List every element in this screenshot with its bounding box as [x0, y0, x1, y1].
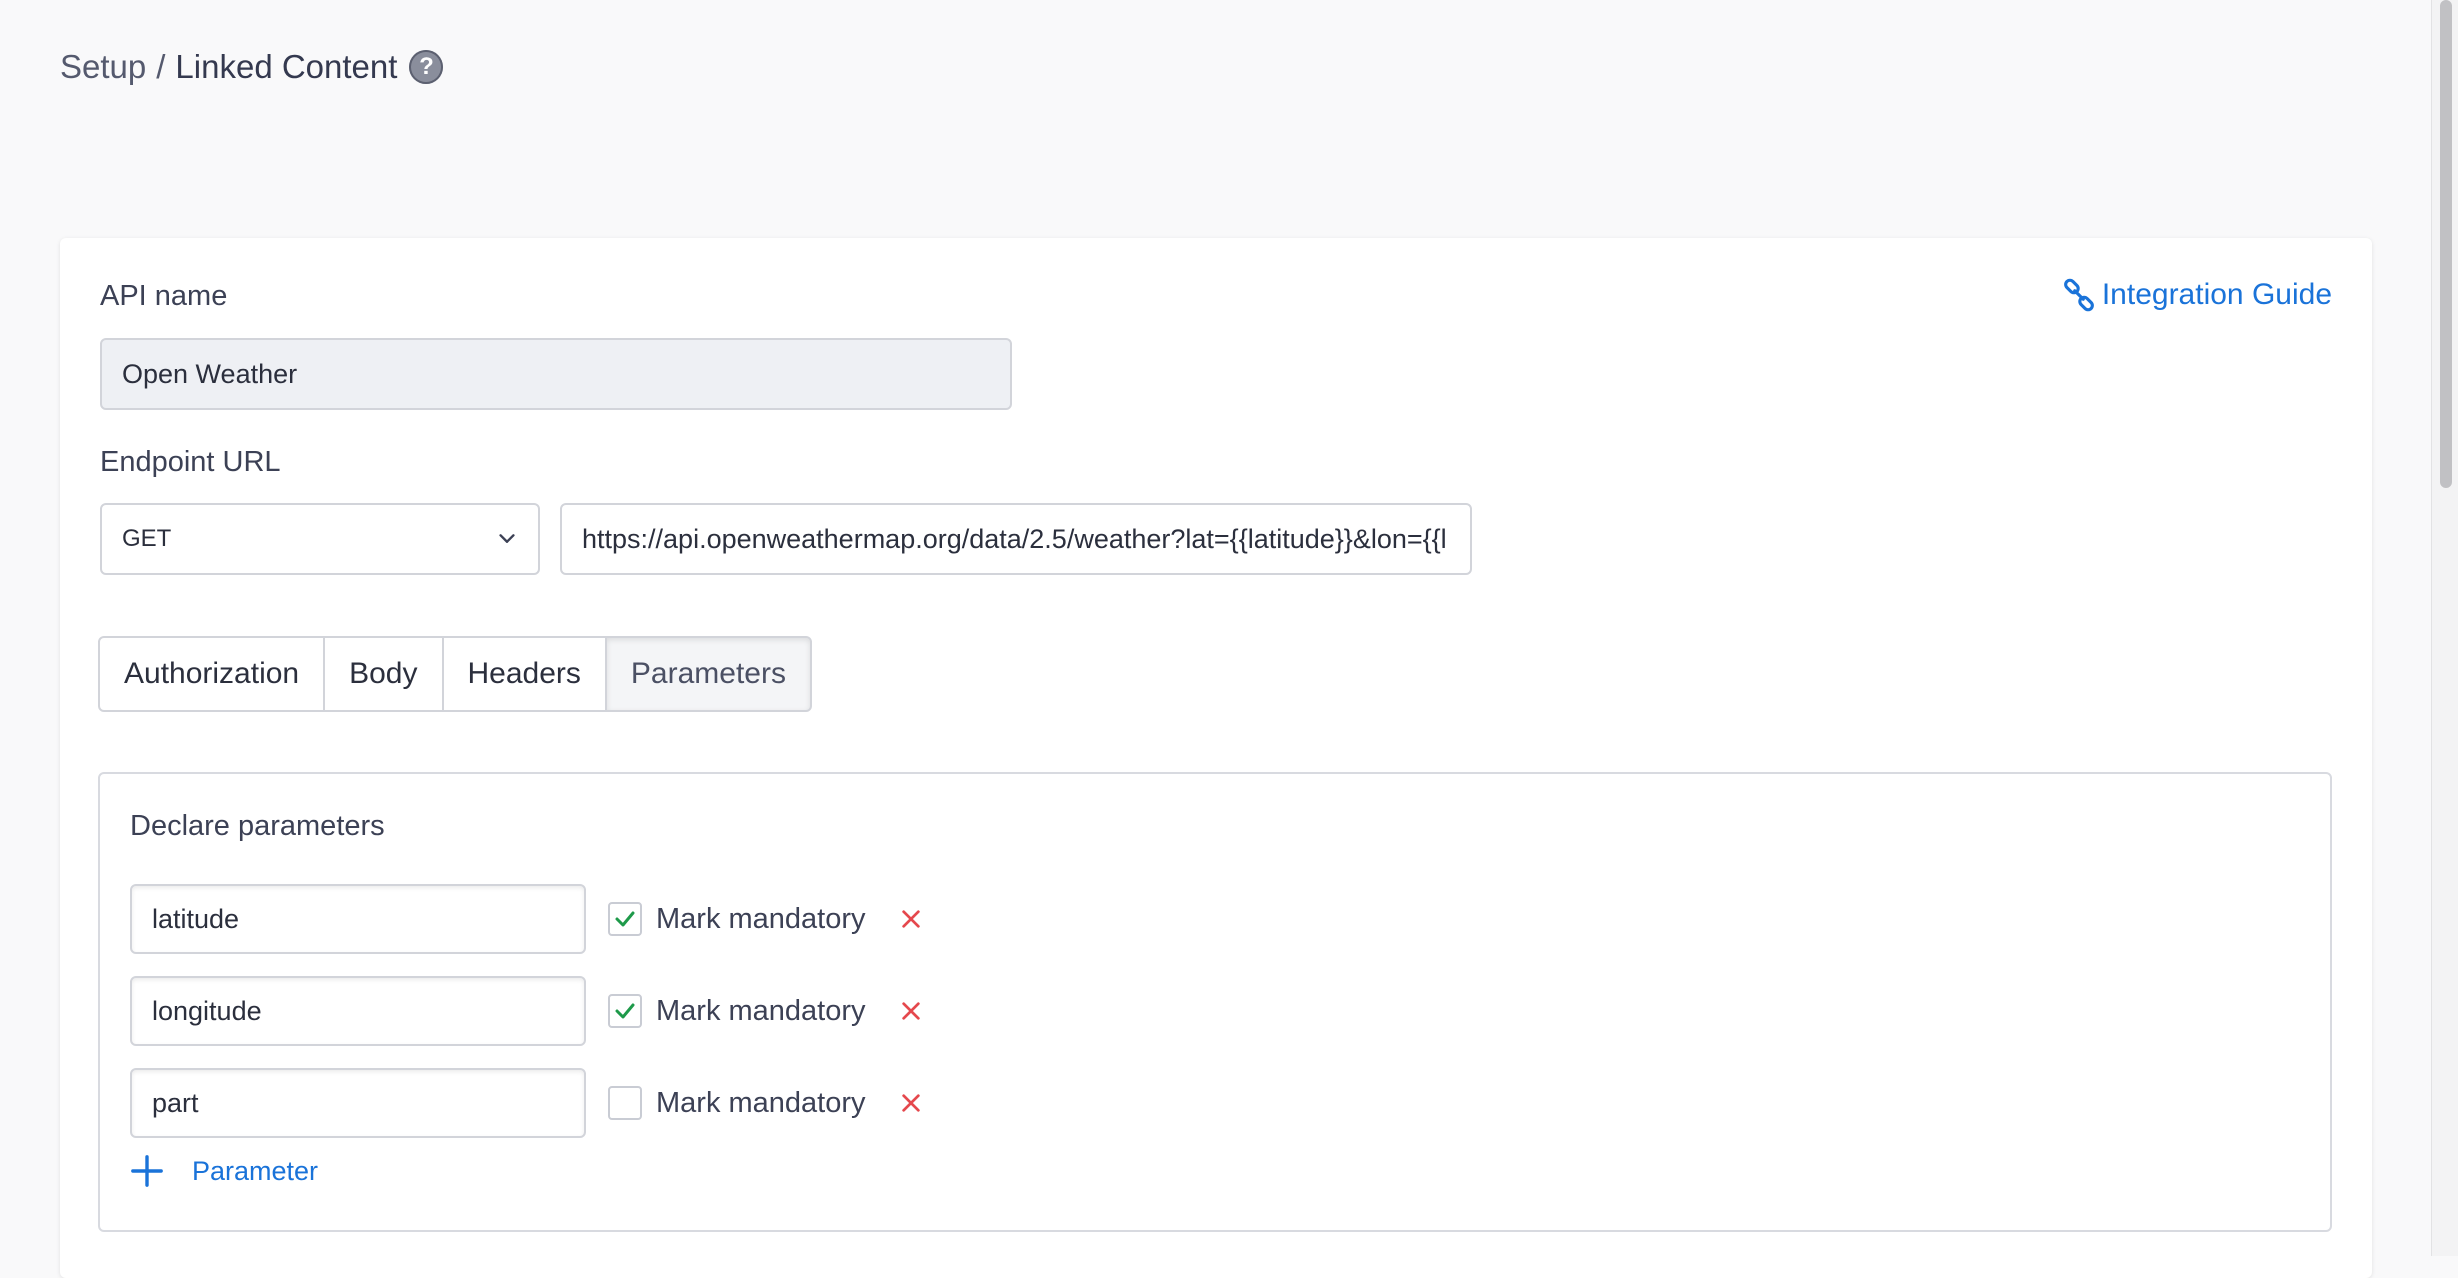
chevron-down-icon	[499, 534, 515, 543]
check-icon	[615, 1003, 635, 1019]
tab-parameters[interactable]: Parameters	[604, 636, 812, 712]
scrollbar-thumb[interactable]	[2440, 0, 2452, 488]
http-method-select[interactable]: GET	[100, 503, 540, 575]
link-icon	[2063, 278, 2094, 312]
parameter-row: latitude Mark mandatory	[130, 884, 922, 954]
check-icon	[615, 911, 635, 927]
mandatory-label: Mark mandatory	[656, 902, 866, 935]
integration-guide-link[interactable]: Integration Guide	[2062, 278, 2332, 312]
mandatory-checkbox[interactable]	[608, 1086, 642, 1120]
add-parameter-label: Parameter	[192, 1155, 319, 1186]
mandatory-checkbox[interactable]	[608, 902, 642, 936]
config-tabs: Authorization Body Headers Parameters	[98, 636, 812, 712]
breadcrumb-setup-link[interactable]: Setup	[60, 48, 146, 86]
close-icon	[901, 1002, 920, 1020]
endpoint-url-input[interactable]: https://api.openweathermap.org/data/2.5/…	[560, 503, 1472, 575]
help-icon[interactable]: ?	[409, 50, 444, 84]
page-scrollbar[interactable]	[2431, 0, 2458, 1256]
api-name-label: API name	[100, 280, 228, 312]
parameters-panel: Declare parameters latitude Mark mandato…	[98, 772, 2332, 1232]
close-icon	[901, 910, 920, 928]
api-name-field[interactable]: Open Weather	[100, 338, 1012, 410]
page-title: Linked Content	[175, 48, 398, 85]
parameter-name-input[interactable]: latitude	[130, 884, 586, 954]
add-parameter-button[interactable]: Parameter	[130, 1154, 318, 1188]
mandatory-label: Mark mandatory	[656, 1086, 866, 1119]
declare-parameters-title: Declare parameters	[130, 810, 385, 842]
http-method-value: GET	[122, 525, 172, 552]
plus-icon	[131, 1155, 163, 1187]
endpoint-url-label: Endpoint URL	[100, 446, 281, 478]
parameter-name-input[interactable]: part	[130, 1068, 586, 1138]
remove-parameter-button[interactable]	[900, 1000, 922, 1022]
parameter-row: part Mark mandatory	[130, 1068, 922, 1138]
api-config-card: API name Integration Guide Open Weather …	[60, 238, 2372, 1278]
mandatory-label: Mark mandatory	[656, 994, 866, 1027]
tab-headers[interactable]: Headers	[441, 636, 607, 712]
close-icon	[901, 1094, 920, 1112]
integration-guide-label: Integration Guide	[2101, 278, 2332, 311]
remove-parameter-button[interactable]	[900, 908, 922, 930]
tab-authorization[interactable]: Authorization	[98, 636, 326, 712]
parameter-name-input[interactable]: longitude	[130, 976, 586, 1046]
breadcrumb: Setup / Linked Content ?	[60, 48, 444, 86]
remove-parameter-button[interactable]	[900, 1092, 922, 1114]
parameter-row: longitude Mark mandatory	[130, 976, 922, 1046]
mandatory-checkbox[interactable]	[608, 994, 642, 1028]
breadcrumb-separator: /	[156, 48, 166, 85]
tab-body[interactable]: Body	[323, 636, 444, 712]
